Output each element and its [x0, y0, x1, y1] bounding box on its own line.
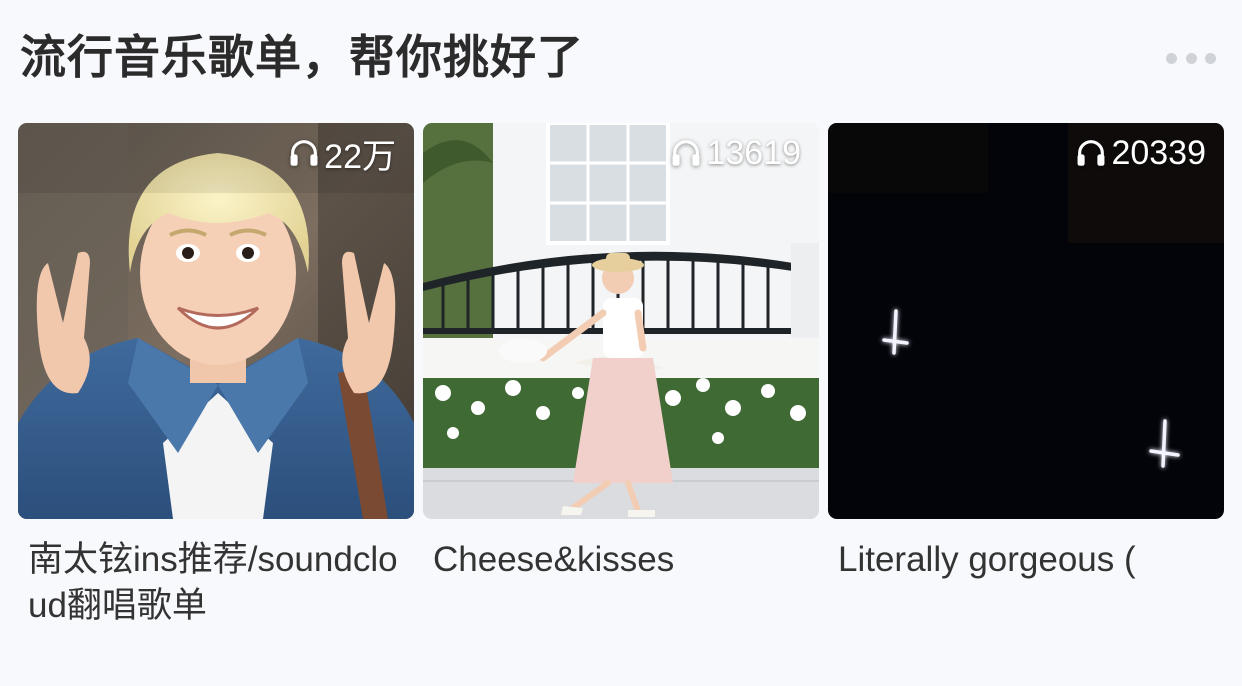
play-count-text: 20339: [1111, 133, 1206, 172]
playlist-card[interactable]: 13619 Cheese&kisses: [423, 123, 819, 583]
cover-image: [18, 123, 414, 519]
play-count: 22万: [287, 131, 396, 176]
cover-image: [423, 123, 819, 519]
play-count: 13619: [669, 131, 801, 175]
play-count: 20339: [1074, 131, 1206, 175]
play-count-text: 13619: [706, 133, 801, 172]
more-options-button[interactable]: [1166, 48, 1216, 68]
playlist-card[interactable]: 20339 Literally gorgeous (: [828, 123, 1224, 583]
more-dot: [1205, 52, 1216, 64]
playlist-cover[interactable]: 13619: [423, 123, 819, 519]
cover-image: [828, 123, 1224, 519]
playlist-title[interactable]: Literally gorgeous (: [828, 537, 1224, 583]
section-title: 流行音乐歌单，帮你挑好了: [20, 30, 584, 84]
more-dot: [1166, 52, 1177, 64]
headphone-icon: [290, 140, 318, 166]
playlist-card[interactable]: 22万 南太铉ins推荐/soundcloud翻唱歌单: [18, 123, 414, 629]
headphone-icon: [1077, 140, 1105, 166]
play-count-text: 22万: [324, 137, 396, 176]
more-dot: [1185, 52, 1197, 64]
playlist-title[interactable]: Cheese&kisses: [423, 537, 819, 583]
playlist-title[interactable]: 南太铉ins推荐/soundcloud翻唱歌单: [18, 537, 414, 629]
headphone-icon: [672, 140, 700, 166]
playlist-cover[interactable]: 22万: [18, 123, 414, 519]
section-header: 流行音乐歌单，帮你挑好了: [20, 26, 1222, 90]
playlist-cover[interactable]: 20339: [828, 123, 1224, 519]
